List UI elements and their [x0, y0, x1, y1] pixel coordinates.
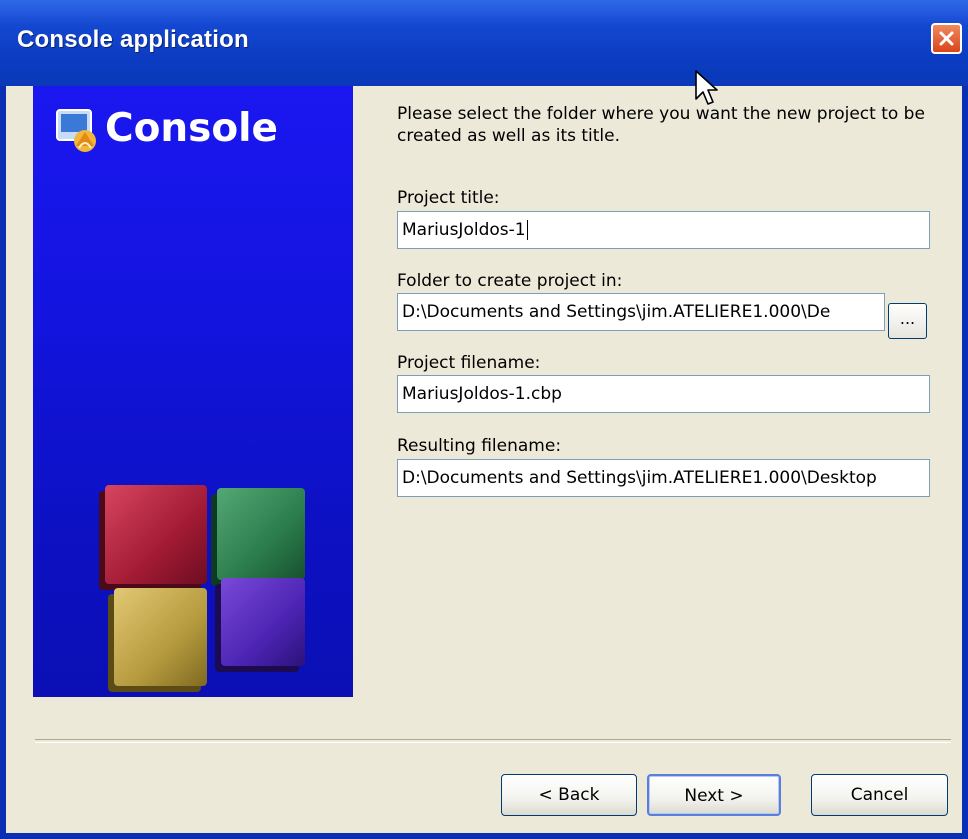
- project-title-input[interactable]: MariusJoldos-1: [397, 211, 930, 249]
- red-cube: [105, 485, 207, 584]
- browse-folder-button[interactable]: ...: [888, 303, 927, 339]
- separator-line: [35, 739, 951, 743]
- folder-value: D:\Documents and Settings\jim.ATELIERE1.…: [402, 302, 831, 322]
- codeblocks-logo-icon: [56, 109, 96, 152]
- next-button[interactable]: Next >: [647, 774, 781, 816]
- mouse-cursor-icon: [695, 70, 718, 105]
- project-title-value: MariusJoldos-1: [402, 220, 526, 240]
- purple-cube: [221, 578, 305, 666]
- back-button[interactable]: < Back: [501, 774, 637, 816]
- wizard-window: Console application Console Please selec…: [0, 0, 968, 839]
- green-cube: [217, 488, 305, 580]
- cancel-button[interactable]: Cancel: [811, 774, 948, 816]
- project-title-label: Project title:: [397, 188, 500, 208]
- intro-text: Please select the folder where you want …: [397, 104, 925, 146]
- folder-input[interactable]: D:\Documents and Settings\jim.ATELIERE1.…: [397, 293, 885, 331]
- title-bar: Console application: [0, 0, 968, 86]
- wizard-banner: Console: [33, 86, 353, 697]
- dialog-body: Console Please select the folder where y…: [6, 86, 962, 833]
- project-filename-input[interactable]: MariusJoldos-1.cbp: [397, 375, 930, 413]
- resulting-filename-value: D:\Documents and Settings\jim.ATELIERE1.…: [402, 468, 877, 488]
- text-caret: [526, 220, 528, 240]
- project-filename-label: Project filename:: [397, 353, 541, 373]
- resulting-filename-label: Resulting filename:: [397, 436, 562, 456]
- window-title: Console application: [17, 26, 249, 53]
- close-button[interactable]: [931, 23, 962, 54]
- resulting-filename-field[interactable]: D:\Documents and Settings\jim.ATELIERE1.…: [397, 459, 930, 497]
- folder-label: Folder to create project in:: [397, 271, 623, 291]
- banner-title: Console: [105, 106, 279, 151]
- close-icon: [939, 31, 954, 46]
- project-filename-value: MariusJoldos-1.cbp: [402, 384, 562, 404]
- yellow-cube: [114, 588, 207, 686]
